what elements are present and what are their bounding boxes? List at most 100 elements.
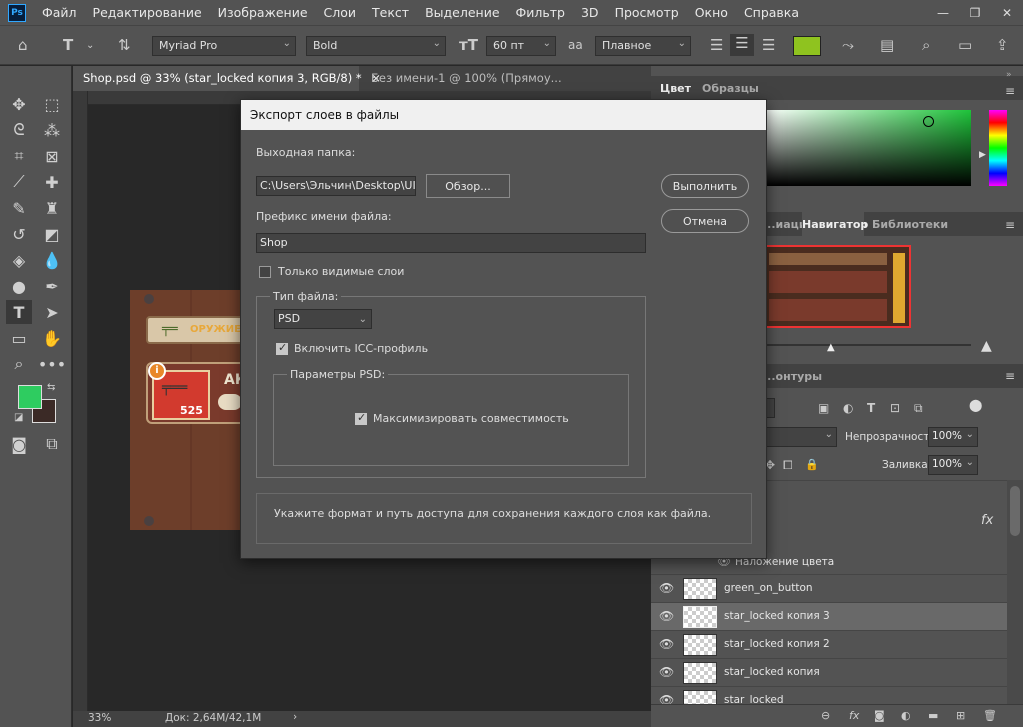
zoom-slider-track[interactable] bbox=[763, 344, 971, 346]
warp-text-icon[interactable]: ⤳ bbox=[842, 36, 854, 54]
layer-row[interactable]: 👁 star_locked копия 2 bbox=[651, 630, 1007, 658]
eye-icon[interactable]: 👁 bbox=[659, 693, 674, 704]
zoom-slider-handle[interactable]: ▲ bbox=[827, 342, 835, 353]
align-left-icon[interactable]: ☰ bbox=[710, 36, 723, 54]
align-center-icon[interactable]: ☰ bbox=[730, 34, 754, 56]
type-tool-icon[interactable]: T bbox=[63, 36, 73, 54]
font-size-select[interactable]: 60 пт ⌄ bbox=[486, 36, 556, 56]
restore-button[interactable]: ❐ bbox=[959, 6, 991, 20]
eye-icon[interactable]: 👁 bbox=[659, 637, 674, 651]
filter-toggle-icon[interactable]: ⬤ bbox=[969, 398, 982, 412]
blur-tool-icon[interactable]: 💧 bbox=[39, 248, 65, 272]
menu-edit[interactable]: Редактирование bbox=[85, 0, 210, 25]
panel-menu-icon[interactable]: ≡ bbox=[1005, 84, 1015, 98]
hue-slider-handle[interactable]: ▶ bbox=[979, 150, 986, 160]
new-layer-icon[interactable]: ⊞ bbox=[956, 709, 965, 722]
trash-icon[interactable]: 🗑 bbox=[983, 709, 997, 722]
antialias-select[interactable]: Плавное ⌄ bbox=[595, 36, 691, 56]
type-filter-icon[interactable]: T bbox=[867, 401, 875, 415]
menu-3d[interactable]: 3D bbox=[573, 0, 607, 25]
output-folder-input[interactable]: C:\Users\Эльчин\Desktop\UI_2 bbox=[256, 176, 416, 196]
link-layers-icon[interactable]: ⊖ bbox=[821, 709, 830, 722]
home-icon[interactable]: ⌂ bbox=[18, 36, 28, 54]
fill-input[interactable]: 100% ⌄ bbox=[928, 455, 978, 475]
layer-row[interactable]: 👁 star_locked копия bbox=[651, 658, 1007, 686]
zoom-tool-icon[interactable]: ⌕ bbox=[6, 352, 32, 376]
prefix-input[interactable]: Shop bbox=[256, 233, 646, 253]
stamp-tool-icon[interactable]: ♜ bbox=[39, 196, 65, 220]
dodge-tool-icon[interactable]: ● bbox=[6, 274, 32, 298]
magic-wand-icon[interactable]: ⁂ bbox=[39, 118, 65, 142]
hand-tool-icon[interactable]: ✋ bbox=[39, 326, 65, 350]
menu-help[interactable]: Справка bbox=[736, 0, 807, 25]
visible-only-checkbox[interactable] bbox=[259, 266, 271, 278]
menu-window[interactable]: Окно bbox=[687, 0, 736, 25]
hue-slider[interactable] bbox=[989, 110, 1007, 186]
adjustment-filter-icon[interactable]: ◐ bbox=[843, 401, 853, 415]
close-window-button[interactable]: ✕ bbox=[991, 6, 1023, 20]
zoom-in-icon[interactable]: ▲ bbox=[981, 338, 992, 354]
lasso-tool-icon[interactable]: ᘓ bbox=[6, 118, 32, 142]
marquee-tool-icon[interactable]: ⬚ bbox=[39, 92, 65, 116]
icc-profile-checkbox[interactable] bbox=[276, 341, 288, 355]
share-icon[interactable]: ⇪ bbox=[996, 36, 1009, 54]
status-menu-arrow[interactable]: › bbox=[293, 711, 297, 723]
history-brush-icon[interactable]: ↺ bbox=[6, 222, 32, 246]
zoom-level[interactable]: 33% bbox=[88, 712, 111, 724]
color-picker-field[interactable] bbox=[762, 110, 971, 186]
tab-shop-psd[interactable]: Shop.psd @ 33% (star_locked копия 3, RGB… bbox=[73, 66, 381, 91]
tab-color[interactable]: Цвет bbox=[660, 82, 691, 95]
frame-tool-icon[interactable]: ⊠ bbox=[39, 144, 65, 168]
text-color-swatch[interactable] bbox=[793, 36, 821, 56]
minimize-button[interactable]: — bbox=[927, 6, 959, 20]
type-tool-icon[interactable]: T bbox=[6, 300, 32, 324]
swap-colors-icon[interactable]: ⇆ bbox=[47, 382, 55, 393]
browse-button[interactable]: Обзор... bbox=[426, 174, 510, 198]
navigator-thumbnail[interactable] bbox=[763, 245, 911, 328]
tab-libraries[interactable]: Библиотеки bbox=[872, 218, 948, 231]
scrollbar-thumb[interactable] bbox=[1010, 486, 1020, 536]
color-picker-cursor[interactable] bbox=[923, 116, 934, 127]
menu-select[interactable]: Выделение bbox=[417, 0, 507, 25]
layer-row[interactable]: 👁 green_on_button bbox=[651, 574, 1007, 602]
tab-paths[interactable]: ...онтуры bbox=[763, 370, 822, 383]
folder-icon[interactable]: ▬ bbox=[928, 709, 938, 722]
layer-row[interactable]: 👁 star_locked bbox=[651, 686, 1007, 704]
screen-mode-icon[interactable]: ⧉ bbox=[39, 432, 65, 456]
eye-icon[interactable]: 👁 bbox=[659, 609, 674, 623]
menu-filter[interactable]: Фильтр bbox=[508, 0, 573, 25]
menu-type[interactable]: Текст bbox=[364, 0, 417, 25]
chevron-down-icon[interactable]: ⌄ bbox=[86, 40, 94, 51]
file-type-select[interactable]: PSD ⌄ bbox=[274, 309, 372, 329]
default-colors-icon[interactable]: ◪ bbox=[14, 412, 23, 423]
lock-artboard-icon[interactable]: ⧠ bbox=[783, 458, 793, 473]
eyedropper-icon[interactable]: ⟋ bbox=[6, 170, 32, 194]
brush-tool-icon[interactable]: ✎ bbox=[6, 196, 32, 220]
align-right-icon[interactable]: ☰ bbox=[762, 36, 775, 54]
paint-bucket-icon[interactable]: ◈ bbox=[6, 248, 32, 272]
shape-filter-icon[interactable]: ⊡ bbox=[890, 401, 900, 415]
more-tools-icon[interactable]: ••• bbox=[38, 352, 66, 376]
run-button[interactable]: Выполнить bbox=[661, 174, 749, 198]
menu-file[interactable]: Файл bbox=[34, 0, 85, 25]
healing-brush-icon[interactable]: ✚ bbox=[39, 170, 65, 194]
fx-icon[interactable]: fx bbox=[849, 709, 859, 722]
add-mask-icon[interactable]: ◙ bbox=[874, 709, 885, 722]
crop-tool-icon[interactable]: ⌗ bbox=[6, 144, 32, 168]
font-style-select[interactable]: Bold ⌄ bbox=[306, 36, 446, 56]
eye-icon[interactable]: 👁 bbox=[659, 581, 674, 595]
layer-row-selected[interactable]: 👁 star_locked копия 3 bbox=[651, 602, 1007, 630]
rectangle-tool-icon[interactable]: ▭ bbox=[6, 326, 32, 350]
workspace-icon[interactable]: ▭ bbox=[958, 36, 972, 54]
quick-mask-icon[interactable]: ◙ bbox=[6, 432, 32, 456]
blend-mode-select[interactable]: ⌄ bbox=[763, 427, 837, 447]
text-orientation-icon[interactable]: ⇅ bbox=[118, 36, 131, 54]
max-compatibility-checkbox[interactable] bbox=[355, 411, 367, 425]
cancel-button[interactable]: Отмена bbox=[661, 209, 749, 233]
tab-navigator[interactable]: Навигатор bbox=[802, 218, 868, 231]
path-selection-icon[interactable]: ➤ bbox=[39, 300, 65, 324]
panel-menu-icon[interactable]: ≡ bbox=[1005, 369, 1015, 383]
menu-image[interactable]: Изображение bbox=[210, 0, 316, 25]
collapse-panels-icon[interactable]: » bbox=[1006, 70, 1012, 80]
lock-all-icon[interactable]: 🔒 bbox=[805, 458, 819, 471]
